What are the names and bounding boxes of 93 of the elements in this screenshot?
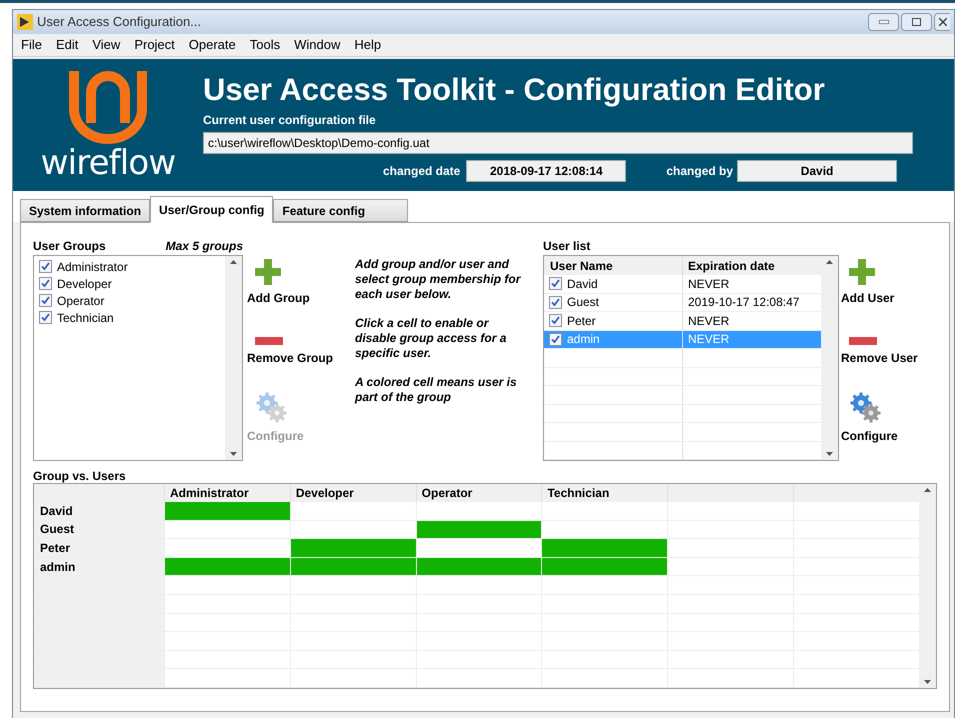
column-header: Developer — [296, 485, 354, 502]
membership-cell[interactable] — [164, 558, 290, 576]
file-path-field[interactable]: c:\user\wireflow\Desktop\Demo-config.uat — [203, 132, 913, 154]
instruction-text: Add group and/or user and select group membership for each user below. — [355, 257, 522, 302]
scroll-down-icon — [826, 452, 833, 456]
app-icon — [17, 14, 33, 30]
logo-text: wireflow — [40, 145, 176, 181]
checkbox[interactable] — [549, 296, 562, 309]
row-header: David — [40, 502, 73, 520]
user-name: David — [567, 276, 598, 293]
membership-cell[interactable] — [416, 520, 542, 538]
action-button[interactable]: Remove Group — [247, 317, 353, 385]
file-label: Current user configuration file — [203, 112, 377, 129]
membership-cell[interactable] — [541, 502, 668, 520]
maximize-button[interactable] — [901, 13, 932, 31]
scroll-down-icon — [924, 680, 931, 684]
menu-item[interactable]: File — [21, 35, 42, 55]
column-header: Technician — [547, 485, 610, 502]
membership-cell[interactable] — [290, 558, 416, 576]
checkbox[interactable] — [549, 332, 562, 346]
changed-date-label: changed date — [383, 163, 460, 180]
plus-icon — [255, 259, 281, 285]
action-button[interactable]: Add Group — [247, 255, 353, 317]
checkbox[interactable] — [39, 294, 52, 307]
membership-cell[interactable] — [164, 502, 290, 520]
plus-icon — [849, 259, 875, 285]
menu-item[interactable]: Project — [134, 35, 175, 55]
close-button[interactable] — [934, 13, 950, 31]
menu-item[interactable]: Operate — [188, 35, 236, 55]
scrollbar[interactable] — [225, 256, 242, 460]
action-button[interactable]: Remove User — [841, 317, 929, 385]
changed-by-field: David — [737, 160, 898, 182]
scroll-up-icon — [826, 260, 833, 264]
minimize-icon — [878, 20, 888, 24]
user-name: admin — [567, 331, 600, 348]
menu-item[interactable]: Help — [354, 35, 382, 55]
section-label: Group vs. Users — [33, 468, 127, 483]
checkbox[interactable] — [39, 260, 52, 273]
menu-item[interactable]: Tools — [250, 35, 280, 55]
gears-icon — [255, 391, 287, 423]
close-icon — [938, 18, 946, 26]
action-button[interactable]: Configure — [841, 385, 929, 445]
row-header: admin — [40, 558, 76, 576]
minimize-button[interactable] — [868, 13, 899, 31]
membership-cell[interactable] — [416, 502, 542, 520]
tab[interactable]: Feature config — [273, 199, 408, 222]
user-row[interactable]: David NEVER — [544, 275, 821, 294]
window-title: User Access Configuration... — [37, 13, 202, 32]
instruction-text: Click a cell to enable or disable group access for a specific user. — [355, 316, 508, 361]
group-name[interactable]: Operator — [57, 292, 104, 310]
membership-cell[interactable] — [541, 539, 668, 557]
menu-item[interactable]: Window — [294, 35, 340, 55]
tab[interactable]: System information — [20, 199, 150, 222]
section-label: User list — [543, 238, 592, 255]
changed-by-label: changed by — [666, 163, 734, 180]
page-title: User Access Toolkit - Configuration Editor — [203, 73, 826, 107]
scroll-up-icon — [924, 488, 931, 492]
minus-icon — [255, 337, 283, 345]
action-button[interactable]: Add User — [841, 255, 929, 317]
instruction-text: A colored cell means user is part of the group — [355, 375, 518, 405]
scroll-up-icon — [230, 260, 237, 264]
checkbox[interactable] — [39, 277, 52, 290]
user-name: Guest — [567, 294, 600, 312]
membership-cell[interactable] — [416, 539, 542, 557]
scrollbar[interactable] — [919, 484, 936, 688]
scrollbar[interactable] — [821, 256, 838, 460]
column-header: User Name — [549, 258, 614, 274]
group-name[interactable]: Developer — [57, 274, 112, 292]
minus-icon — [849, 337, 877, 345]
membership-cell[interactable] — [541, 520, 668, 538]
column-header: Operator — [422, 485, 472, 502]
row-header: Peter — [40, 540, 70, 557]
checkbox[interactable] — [39, 311, 52, 324]
membership-cell[interactable] — [416, 558, 542, 576]
membership-cell[interactable] — [290, 539, 416, 557]
tab[interactable]: User/Group config — [150, 196, 274, 223]
menu-item[interactable]: Edit — [56, 35, 78, 55]
scroll-down-icon — [230, 452, 237, 456]
user-name: Peter — [567, 312, 596, 330]
gears-icon — [849, 391, 881, 423]
checkbox[interactable] — [549, 277, 562, 290]
column-header: Administrator — [170, 485, 249, 502]
checkbox[interactable] — [549, 314, 562, 328]
group-name[interactable]: Technician — [57, 308, 114, 326]
membership-cell[interactable] — [541, 558, 668, 576]
changed-date-field: 2018-09-17 12:08:14 — [466, 160, 626, 182]
menu-item[interactable]: View — [92, 35, 120, 55]
section-label: User Groups — [33, 238, 106, 255]
maximize-icon — [912, 18, 921, 26]
user-row[interactable]: Guest 2019-10-17 12:08:47 — [544, 294, 821, 312]
note-text: Max 5 groups — [166, 238, 243, 255]
row-header: Guest — [40, 521, 74, 538]
group-name[interactable]: Administrator — [57, 258, 128, 276]
